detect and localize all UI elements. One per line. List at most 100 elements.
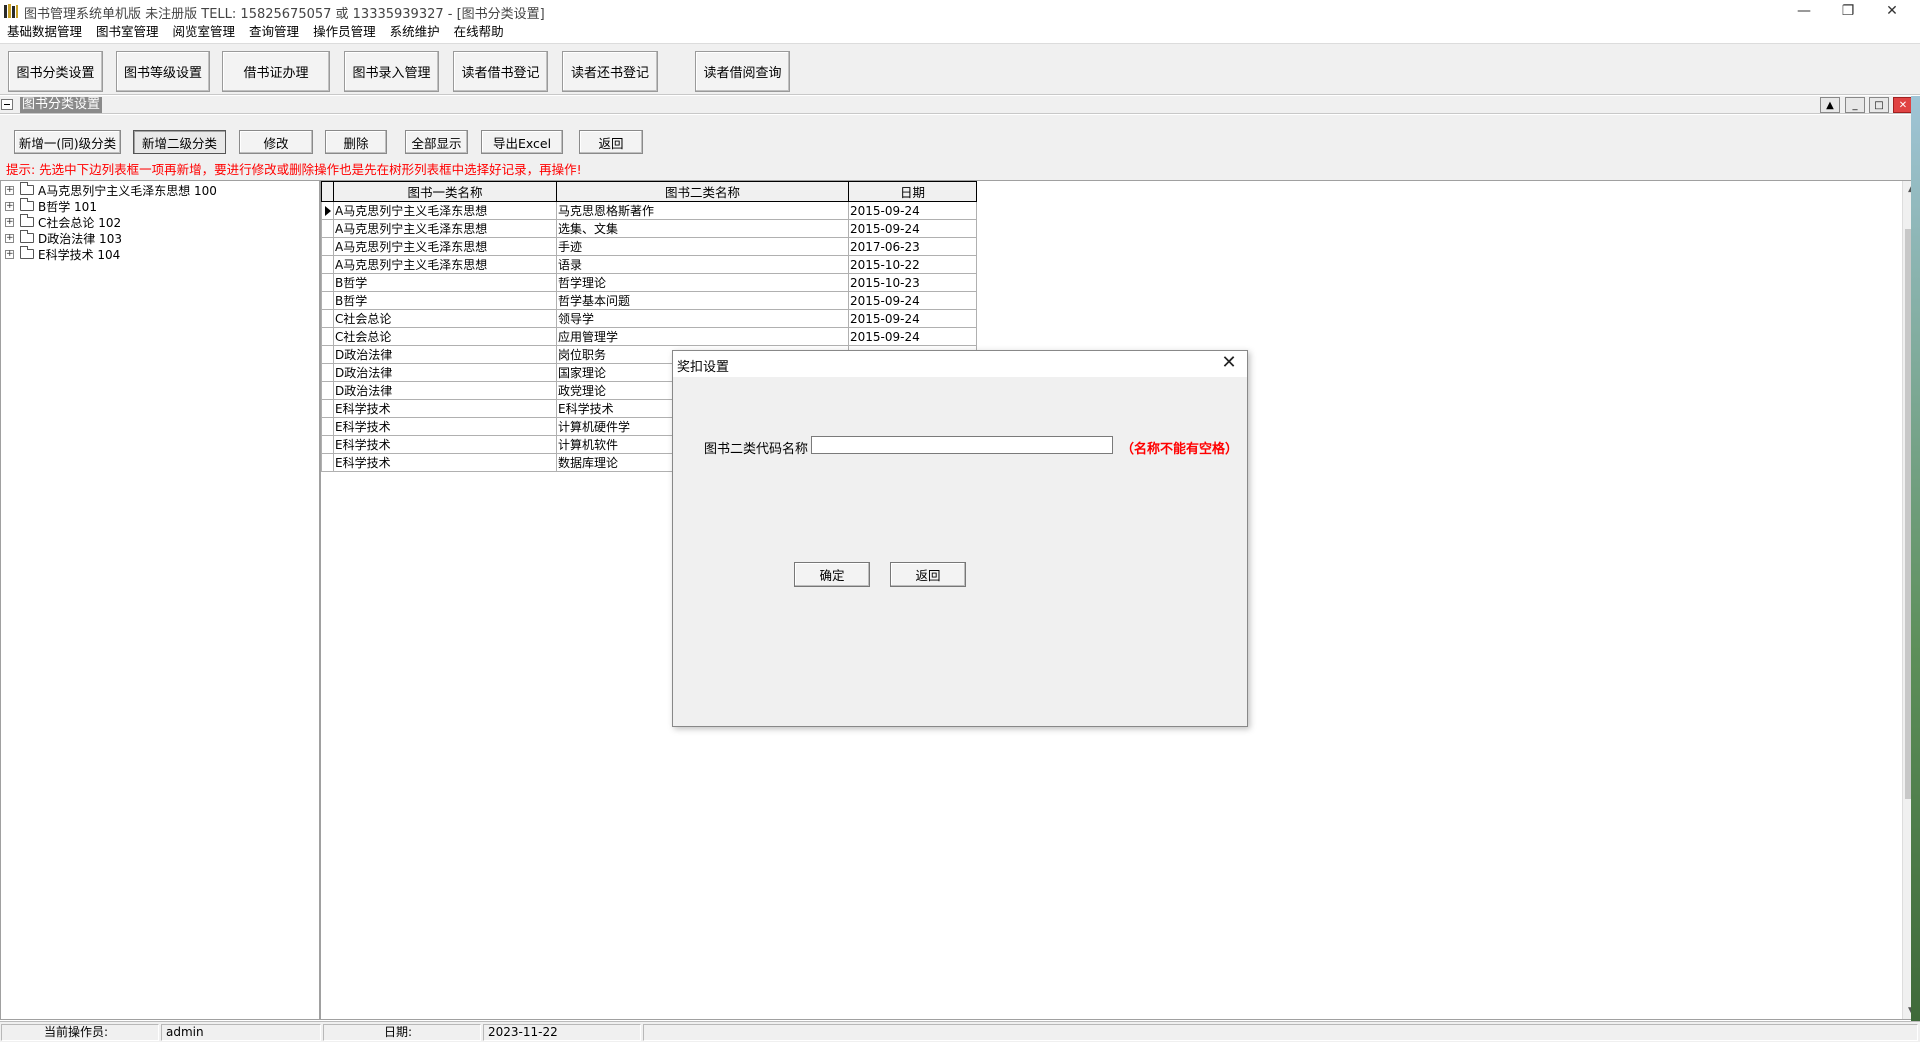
- cell-class1[interactable]: A马克思列宁主义毛泽东思想: [333, 219, 557, 238]
- col-header-class2[interactable]: 图书二类名称: [556, 181, 849, 202]
- cell-class1[interactable]: D政治法律: [333, 381, 557, 400]
- row-selector[interactable]: [321, 273, 334, 292]
- row-selector[interactable]: [321, 345, 334, 364]
- back-button[interactable]: 返回: [579, 130, 643, 154]
- col-header-date[interactable]: 日期: [848, 181, 977, 202]
- book-entry-button[interactable]: 图书录入管理: [344, 51, 439, 92]
- cell-class1[interactable]: E科学技术: [333, 399, 557, 418]
- tree-node[interactable]: + E科学技术 104: [5, 246, 120, 262]
- cell-date[interactable]: 2015-09-24: [848, 309, 977, 328]
- tree-node[interactable]: + B哲学 101: [5, 198, 97, 214]
- tree-node[interactable]: + A马克思列宁主义毛泽东思想 100: [5, 182, 217, 198]
- table-row[interactable]: A马克思列宁主义毛泽东思想 选集、文集 2015-09-24: [321, 219, 977, 238]
- table-row[interactable]: C社会总论 领导学 2015-09-24: [321, 309, 977, 328]
- cell-date[interactable]: 2015-09-24: [848, 201, 977, 220]
- cell-class1[interactable]: C社会总论: [333, 327, 557, 346]
- edit-button[interactable]: 修改: [239, 130, 313, 154]
- add-sibling-category-button[interactable]: 新增一(同)级分类: [14, 130, 121, 154]
- cell-class1[interactable]: D政治法律: [333, 345, 557, 364]
- cell-class2[interactable]: 语录: [556, 255, 849, 274]
- cell-class2[interactable]: 马克思恩格斯著作: [556, 201, 849, 220]
- menu-reading-room[interactable]: 阅览室管理: [166, 22, 243, 42]
- cell-date[interactable]: 2015-09-24: [848, 219, 977, 238]
- row-selector[interactable]: [321, 309, 334, 328]
- cell-class1[interactable]: D政治法律: [333, 363, 557, 382]
- cell-date[interactable]: 2015-09-24: [848, 327, 977, 346]
- cell-class2[interactable]: 选集、文集: [556, 219, 849, 238]
- expand-icon[interactable]: +: [5, 233, 14, 243]
- cell-class2[interactable]: 手迹: [556, 237, 849, 256]
- row-selector[interactable]: [321, 255, 334, 274]
- row-selector[interactable]: [321, 201, 334, 220]
- cell-date[interactable]: 2015-09-24: [848, 291, 977, 310]
- child-minimize-button[interactable]: _: [1845, 97, 1865, 113]
- table-row[interactable]: A马克思列宁主义毛泽东思想 手迹 2017-06-23: [321, 237, 977, 256]
- cell-date[interactable]: 2015-10-22: [848, 255, 977, 274]
- system-menu-icon[interactable]: [1, 99, 13, 110]
- cell-class1[interactable]: A马克思列宁主义毛泽东思想: [333, 237, 557, 256]
- cell-class2[interactable]: 哲学基本问题: [556, 291, 849, 310]
- book-category-button[interactable]: 图书分类设置: [8, 51, 103, 92]
- code-name-input[interactable]: [811, 436, 1113, 454]
- minimize-button[interactable]: —: [1784, 0, 1824, 22]
- row-selector[interactable]: [321, 291, 334, 310]
- tree-node[interactable]: + D政治法律 103: [5, 230, 122, 246]
- cell-class1[interactable]: B哲学: [333, 273, 557, 292]
- menu-online-help[interactable]: 在线帮助: [447, 22, 511, 42]
- export-excel-button[interactable]: 导出Excel: [481, 130, 563, 154]
- category-tree[interactable]: + A马克思列宁主义毛泽东思想 100 + B哲学 101 + C社会总论 10…: [0, 180, 320, 1020]
- table-row[interactable]: C社会总论 应用管理学 2015-09-24: [321, 327, 977, 346]
- cell-class2[interactable]: 哲学理论: [556, 273, 849, 292]
- row-selector[interactable]: [321, 453, 334, 472]
- menu-basic-data[interactable]: 基础数据管理: [0, 22, 89, 42]
- borrow-query-button[interactable]: 读者借阅查询: [695, 51, 790, 92]
- expand-icon[interactable]: +: [5, 185, 14, 195]
- cell-class1[interactable]: C社会总论: [333, 309, 557, 328]
- restore-button[interactable]: ❐: [1828, 0, 1868, 22]
- row-selector[interactable]: [321, 417, 334, 436]
- table-row[interactable]: A马克思列宁主义毛泽东思想 语录 2015-10-22: [321, 255, 977, 274]
- menu-library-room[interactable]: 图书室管理: [89, 22, 166, 42]
- col-header-class1[interactable]: 图书一类名称: [333, 181, 557, 202]
- tree-node[interactable]: + C社会总论 102: [5, 214, 121, 230]
- book-grade-button[interactable]: 图书等级设置: [116, 51, 210, 92]
- row-selector[interactable]: [321, 399, 334, 418]
- cell-class1[interactable]: A马克思列宁主义毛泽东思想: [333, 201, 557, 220]
- row-selector[interactable]: [321, 219, 334, 238]
- add-sub-category-button[interactable]: 新增二级分类: [133, 130, 226, 154]
- dialog-back-button[interactable]: 返回: [890, 562, 966, 587]
- menu-maintenance[interactable]: 系统维护: [383, 22, 447, 42]
- row-selector[interactable]: [321, 237, 334, 256]
- row-selector[interactable]: [321, 363, 334, 382]
- table-row[interactable]: A马克思列宁主义毛泽东思想 马克思恩格斯著作 2015-09-24: [321, 201, 977, 220]
- row-selector[interactable]: [321, 435, 334, 454]
- row-selector[interactable]: [321, 381, 334, 400]
- confirm-button[interactable]: 确定: [794, 562, 870, 587]
- cell-date[interactable]: 2015-10-23: [848, 273, 977, 292]
- table-row[interactable]: B哲学 哲学基本问题 2015-09-24: [321, 291, 977, 310]
- return-register-button[interactable]: 读者还书登记: [562, 51, 658, 92]
- close-button[interactable]: ✕: [1872, 0, 1912, 22]
- cell-class1[interactable]: B哲学: [333, 291, 557, 310]
- child-collapse-button[interactable]: ▲: [1820, 97, 1840, 113]
- delete-button[interactable]: 删除: [325, 130, 387, 154]
- cell-class2[interactable]: 应用管理学: [556, 327, 849, 346]
- expand-icon[interactable]: +: [5, 217, 14, 227]
- cell-date[interactable]: 2017-06-23: [848, 237, 977, 256]
- cell-class1[interactable]: E科学技术: [333, 453, 557, 472]
- child-maximize-button[interactable]: □: [1869, 97, 1889, 113]
- cell-class2[interactable]: 领导学: [556, 309, 849, 328]
- dialog-close-button[interactable]: ✕: [1219, 353, 1239, 373]
- table-row[interactable]: B哲学 哲学理论 2015-10-23: [321, 273, 977, 292]
- expand-icon[interactable]: +: [5, 249, 14, 259]
- expand-icon[interactable]: +: [5, 201, 14, 211]
- child-close-button[interactable]: ✕: [1893, 97, 1913, 113]
- menu-operator[interactable]: 操作员管理: [306, 22, 383, 42]
- row-selector[interactable]: [321, 327, 334, 346]
- cell-class1[interactable]: E科学技术: [333, 435, 557, 454]
- borrow-register-button[interactable]: 读者借书登记: [453, 51, 548, 92]
- cell-class1[interactable]: E科学技术: [333, 417, 557, 436]
- library-card-button[interactable]: 借书证办理: [222, 51, 330, 92]
- show-all-button[interactable]: 全部显示: [405, 130, 468, 154]
- menu-query[interactable]: 查询管理: [242, 22, 306, 42]
